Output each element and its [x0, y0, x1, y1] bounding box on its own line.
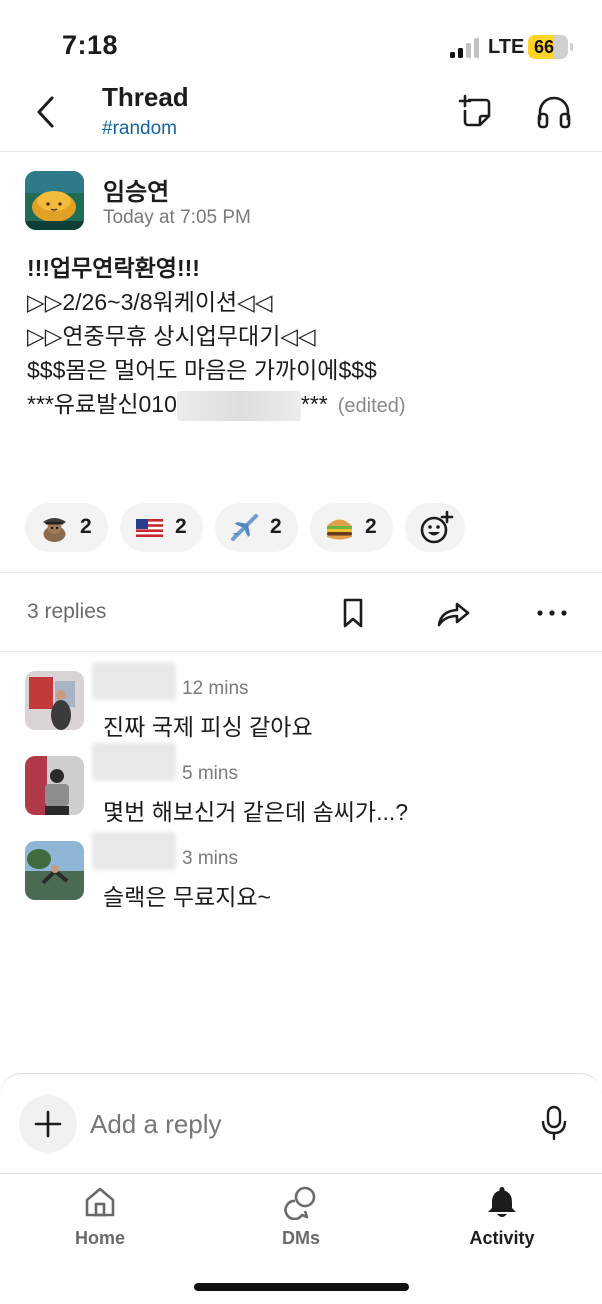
- phone-suffix: ***: [300, 391, 328, 417]
- reaction-airplane[interactable]: 2: [215, 503, 298, 552]
- page-title: Thread: [102, 82, 189, 112]
- reply-author-redacted: [92, 662, 176, 700]
- message-timestamp: Today at 7:05 PM: [103, 207, 251, 228]
- tab-label: Activity: [469, 1228, 535, 1248]
- reaction-count: 2: [175, 515, 187, 538]
- airplane-emoji: [231, 514, 258, 541]
- battery-icon: 66: [528, 35, 568, 59]
- tab-home[interactable]: Home: [40, 1182, 160, 1252]
- tab-label: Home: [74, 1228, 125, 1248]
- canvas-button[interactable]: [456, 92, 496, 132]
- reply-avatar[interactable]: [25, 671, 84, 730]
- reply-avatar[interactable]: [25, 756, 84, 815]
- bookmark-icon: [343, 598, 363, 628]
- reply-time: 3 mins: [182, 848, 238, 869]
- bell-icon: [488, 1187, 516, 1217]
- save-button[interactable]: [335, 595, 371, 631]
- divider: [0, 572, 602, 573]
- status-time: 7:18: [62, 30, 119, 60]
- edited-label: (edited): [337, 395, 406, 417]
- reaction-count: 2: [270, 515, 282, 538]
- channel-link[interactable]: #random: [102, 118, 177, 140]
- network-label: LTE: [488, 36, 525, 58]
- add-reaction-button[interactable]: [405, 503, 465, 552]
- message-last-line: ***유료발신010 *** (edited): [27, 387, 587, 423]
- home-icon: [85, 1187, 115, 1217]
- share-button[interactable]: [435, 595, 471, 631]
- reaction-count: 2: [365, 515, 377, 538]
- message-body: !!!업무연락환영!!! ▷▷2/26~3/8워케이션◁◁ ▷▷연중무휴 상시업…: [27, 251, 587, 423]
- reaction-hamburger[interactable]: 2: [310, 503, 393, 552]
- message-line: ▷▷연중무휴 상시업무대기◁◁: [27, 323, 316, 349]
- message-line: ▷▷2/26~3/8워케이션◁◁: [27, 289, 273, 315]
- reply-text: 진짜 국제 피싱 같아요: [103, 714, 313, 740]
- tab-activity[interactable]: Activity: [442, 1182, 562, 1252]
- message-line: $$$몸은 멀어도 마음은 가까이에$$$: [27, 357, 377, 383]
- reaction-us-flag[interactable]: 2: [120, 503, 203, 552]
- reaction-squirrel[interactable]: 2: [25, 503, 108, 552]
- voice-button[interactable]: [538, 1104, 570, 1142]
- reply-avatar[interactable]: [25, 841, 84, 900]
- dms-icon: [284, 1186, 316, 1220]
- new-canvas-icon: [458, 94, 491, 127]
- tab-label: DMs: [281, 1228, 320, 1248]
- share-arrow-icon: [437, 602, 470, 627]
- reply-composer: [0, 1073, 602, 1173]
- reply-input[interactable]: [90, 1106, 510, 1142]
- tab-dms[interactable]: DMs: [241, 1182, 361, 1252]
- add-emoji-icon: [420, 510, 454, 544]
- redacted-phone: [176, 390, 301, 421]
- message-author[interactable]: 임승연: [103, 172, 169, 207]
- attach-button[interactable]: [19, 1095, 77, 1153]
- hamburger-emoji: [327, 519, 352, 540]
- battery-level: 66: [533, 37, 555, 57]
- replies-count: 3 replies: [27, 600, 107, 623]
- microphone-icon: [541, 1105, 567, 1141]
- reply-item[interactable]: 12 mins 진짜 국제 피싱 같아요: [0, 660, 602, 740]
- headphones-icon: [537, 96, 571, 129]
- status-bar: 7:18 LTE 66: [0, 0, 602, 70]
- home-indicator: [194, 1283, 409, 1291]
- reply-item[interactable]: 3 mins 슬랙은 무료지요~: [0, 830, 602, 910]
- chevron-left-icon: [37, 96, 54, 128]
- reply-item[interactable]: 5 mins 몇번 해보신거 같은데 솜씨가...?: [0, 743, 602, 825]
- reply-author-redacted: [92, 832, 176, 870]
- plus-icon: [34, 1110, 62, 1138]
- more-button[interactable]: [535, 595, 571, 631]
- huddle-button[interactable]: [534, 92, 574, 132]
- author-avatar[interactable]: [25, 171, 84, 230]
- back-button[interactable]: [30, 92, 64, 132]
- reply-text: 몇번 해보신거 같은데 솜씨가...?: [103, 799, 409, 825]
- message-line: !!!업무연락환영!!!: [27, 255, 200, 281]
- reply-time: 5 mins: [182, 763, 238, 784]
- thread-header: Thread #random: [0, 70, 602, 152]
- reply-author-redacted: [92, 743, 176, 781]
- phone-prefix: ***유료발신010: [27, 391, 177, 417]
- divider: [0, 651, 602, 652]
- more-horizontal-icon: [537, 610, 567, 616]
- reply-text: 슬랙은 무료지요~: [103, 884, 271, 910]
- signal-icon: [450, 38, 482, 58]
- battery-nub: [570, 43, 573, 51]
- reply-time: 12 mins: [182, 678, 249, 699]
- detective-squirrel-emoji: [43, 518, 66, 542]
- reaction-count: 2: [80, 515, 92, 538]
- us-flag-emoji: [136, 519, 163, 537]
